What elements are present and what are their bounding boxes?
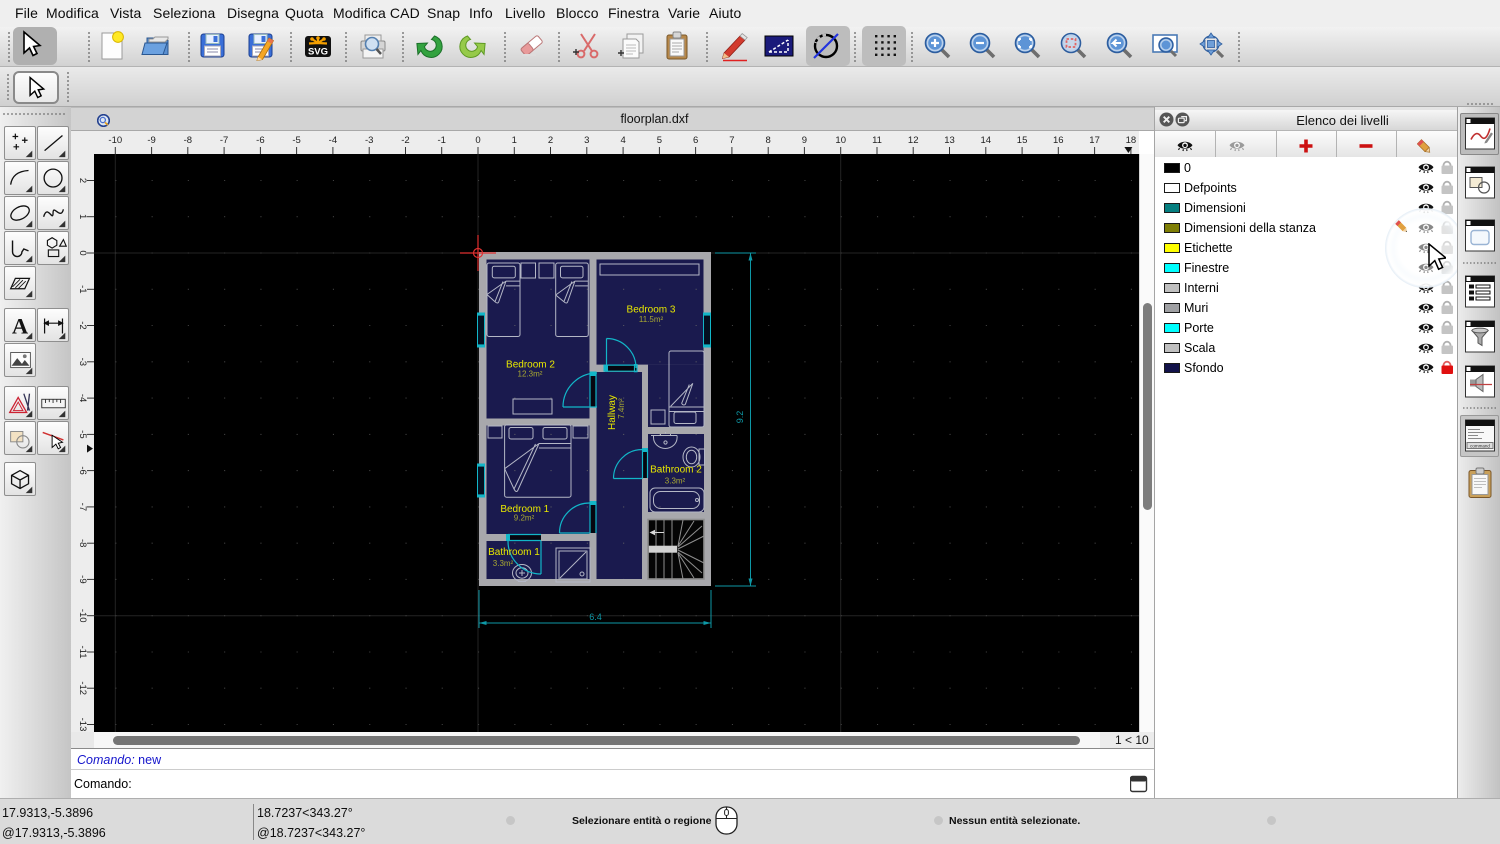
svg-text:A: A (12, 314, 29, 339)
svg-text:command: command (1470, 444, 1490, 449)
svg-text:1: 1 (512, 135, 517, 146)
svg-text:Bedroom 3: Bedroom 3 (627, 305, 676, 316)
svg-text:3.3m²: 3.3m² (665, 477, 686, 486)
svg-text:12: 12 (908, 135, 919, 146)
svg-text:7.4m²: 7.4m² (617, 398, 626, 419)
svg-text:-9: -9 (147, 135, 155, 146)
svg-text:SVG: SVG (308, 47, 328, 58)
svg-text:-3: -3 (365, 135, 373, 146)
svg-text:-4: -4 (329, 135, 337, 146)
svg-text:9.2m²: 9.2m² (514, 514, 535, 523)
svg-text:1: 1 (77, 214, 88, 219)
svg-text:-7: -7 (77, 503, 88, 511)
svg-text:-11: -11 (77, 645, 88, 658)
svg-text:-5: -5 (77, 430, 88, 438)
svg-text:-8: -8 (184, 135, 192, 146)
svg-text:-9: -9 (77, 575, 88, 583)
svg-text:8: 8 (766, 135, 771, 146)
svg-text:6.4: 6.4 (589, 612, 602, 622)
svg-text:-5: -5 (292, 135, 300, 146)
svg-text:Bathroom 1: Bathroom 1 (488, 547, 540, 558)
svg-text:-2: -2 (401, 135, 409, 146)
svg-text:15: 15 (1017, 135, 1028, 146)
svg-text:Bathroom 2: Bathroom 2 (650, 465, 702, 476)
svg-text:2: 2 (77, 178, 88, 183)
svg-text:-13: -13 (77, 718, 88, 732)
svg-text:-1: -1 (77, 285, 88, 293)
svg-text:10: 10 (835, 135, 846, 146)
svg-text:11.5m²: 11.5m² (639, 315, 664, 324)
svg-text:6: 6 (693, 135, 698, 146)
svg-text:3.3m²: 3.3m² (493, 559, 514, 568)
svg-text:13: 13 (944, 135, 955, 146)
svg-text:2: 2 (548, 135, 553, 146)
svg-text:-6: -6 (256, 135, 264, 146)
svg-text:9: 9 (802, 135, 807, 146)
svg-text:-3: -3 (77, 358, 88, 366)
svg-text:-1: -1 (437, 135, 445, 146)
svg-text:4: 4 (620, 135, 625, 146)
svg-text:-12: -12 (77, 681, 88, 695)
svg-text:0: 0 (77, 250, 88, 255)
svg-text:16: 16 (1053, 135, 1064, 146)
svg-text:-2: -2 (77, 321, 88, 329)
svg-text:3: 3 (584, 135, 589, 146)
svg-text:0: 0 (475, 135, 480, 146)
svg-text:11: 11 (872, 135, 882, 146)
svg-text:-7: -7 (220, 135, 228, 146)
svg-text:7: 7 (729, 135, 734, 146)
svg-text:17: 17 (1089, 135, 1100, 146)
svg-text:-6: -6 (77, 466, 88, 474)
svg-text:-10: -10 (77, 609, 88, 623)
svg-text:12.3m²: 12.3m² (518, 370, 543, 379)
svg-text:-10: -10 (108, 135, 122, 146)
svg-text:5: 5 (657, 135, 662, 146)
svg-text:-8: -8 (77, 539, 88, 547)
svg-text:-4: -4 (77, 394, 88, 402)
svg-text:18: 18 (1126, 135, 1137, 146)
svg-text:14: 14 (981, 135, 992, 146)
svg-text:9.2: 9.2 (735, 411, 745, 424)
